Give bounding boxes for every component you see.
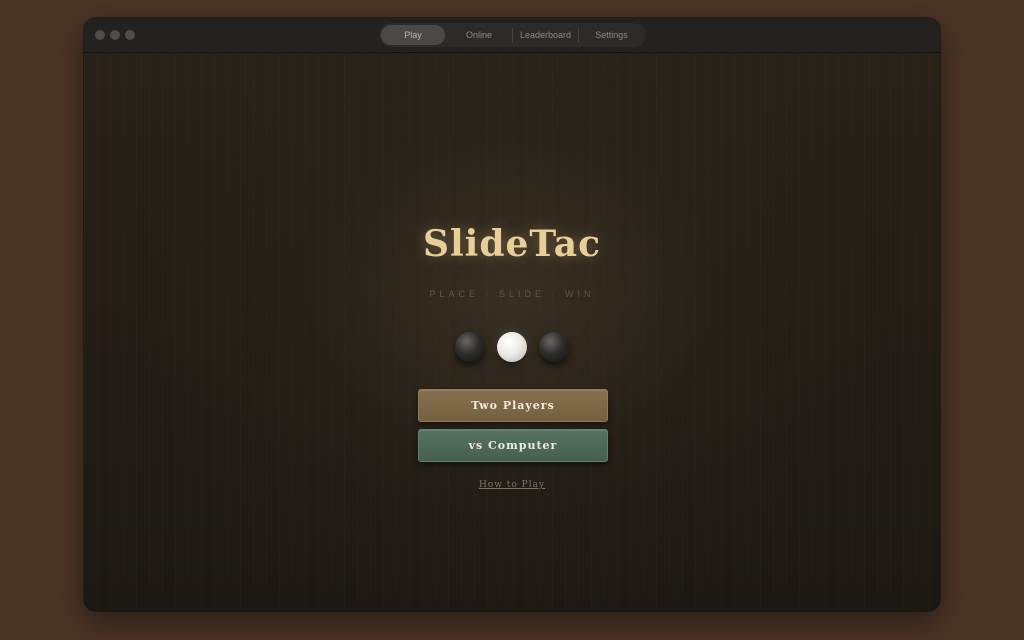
two-players-button[interactable]: Two Players [418,389,608,422]
minimize-icon[interactable] [110,30,120,40]
how-to-play-link[interactable]: How to Play [84,480,940,490]
tab-online[interactable]: Online [447,25,511,45]
tab-settings[interactable]: Settings [579,25,644,45]
titlebar: Play Online Leaderboard Settings [84,18,940,53]
white-stone-icon [497,332,527,362]
black-stone-icon [539,332,569,362]
zoom-icon[interactable] [125,30,135,40]
app-window: Play Online Leaderboard Settings SlideTa… [84,18,940,611]
tab-leaderboard[interactable]: Leaderboard [513,25,578,45]
vs-computer-button[interactable]: vs Computer [418,429,608,462]
game-tagline: PLACE · SLIDE · WIN [429,289,595,299]
black-stone-icon [455,332,485,362]
tab-bar: Play Online Leaderboard Settings [379,23,646,47]
tab-play[interactable]: Play [381,25,445,45]
game-title: SlideTac [422,223,601,265]
close-icon[interactable] [95,30,105,40]
desktop: Play Online Leaderboard Settings SlideTa… [0,0,1024,640]
main-menu: SlideTac PLACE · SLIDE · WIN Two Players… [84,53,940,611]
